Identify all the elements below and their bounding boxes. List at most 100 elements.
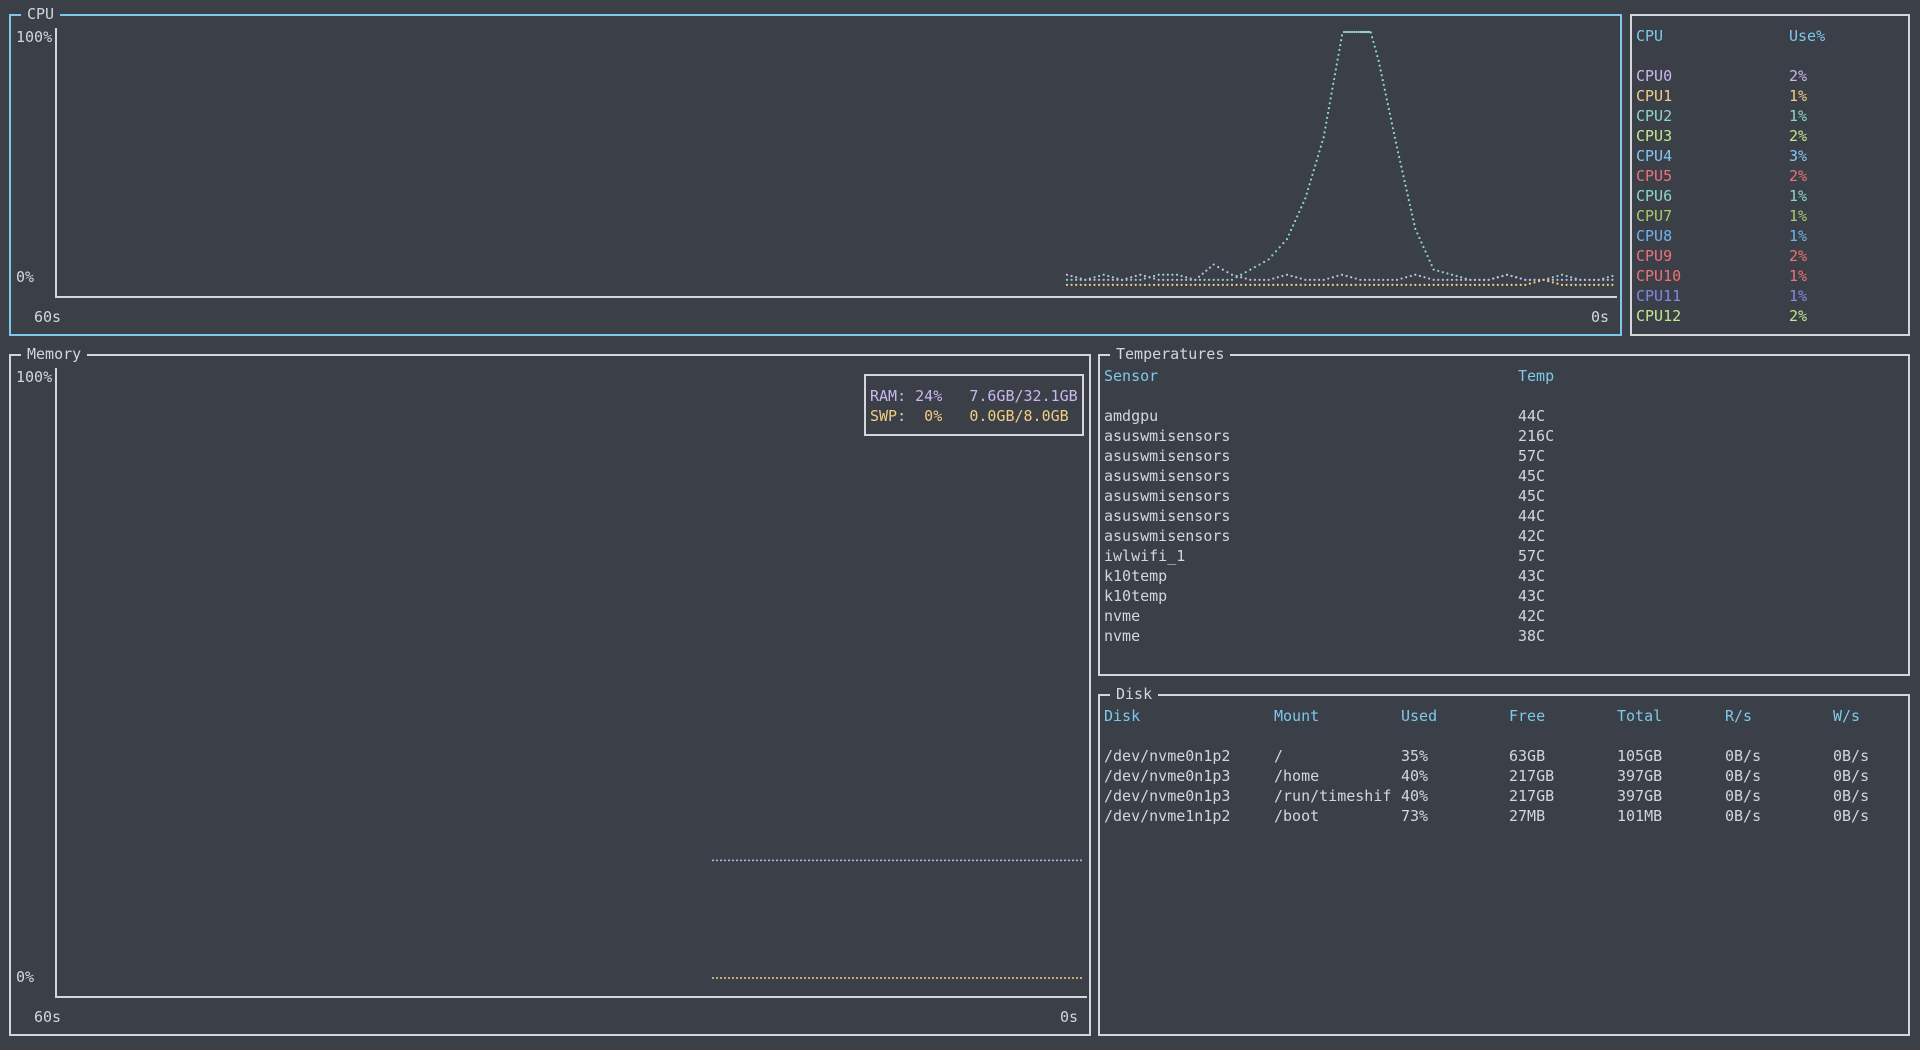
swap-series-point — [1060, 977, 1062, 979]
swap-series-point — [880, 977, 882, 979]
cpu-graph-point — [1414, 273, 1417, 276]
cpu-graph-point — [1338, 48, 1341, 52]
ram-series-point — [844, 859, 846, 862]
cpu-graph-point — [1570, 283, 1573, 287]
cpu-graph-point — [1354, 277, 1357, 280]
cpu-graph-point — [1075, 276, 1078, 279]
cpu-row-name: CPU2 — [1636, 107, 1673, 125]
cpu-graph-point — [1515, 283, 1518, 287]
cpu-graph-point — [1185, 278, 1188, 281]
swap-series-point — [1056, 977, 1058, 979]
disk-cell: /dev/nvme1n1p2 — [1104, 807, 1231, 825]
disk-cell: 0B/s — [1833, 767, 1870, 785]
disk-cell: 40% — [1401, 787, 1429, 805]
disk-cell: 101MB — [1617, 807, 1663, 825]
cpu-graph-point — [1171, 273, 1174, 276]
cpu-graph-point — [1166, 283, 1169, 287]
disk-cell: 63GB — [1509, 747, 1546, 765]
cpu-graph-point — [1249, 283, 1252, 287]
cpu-graph-point — [1537, 279, 1541, 283]
swap-series-point — [728, 977, 730, 979]
cpu-row-use: 2% — [1789, 307, 1808, 325]
cpu-graph-point — [1413, 223, 1416, 226]
swap-series-point — [712, 977, 714, 979]
cpu-graph-point — [1194, 283, 1197, 287]
ram-series-point — [796, 859, 798, 862]
memory-panel: Memory 100% 0% 60s 0s RAM: 24% 7.6GB/32.… — [9, 345, 1091, 1036]
ram-series-point — [968, 859, 970, 862]
cpu-graph-point — [1139, 273, 1142, 276]
cpu-graph-point — [1240, 273, 1243, 276]
ram-series-point — [824, 859, 826, 862]
cpu-graph-point — [1333, 77, 1336, 81]
cpu-graph-point — [1432, 283, 1435, 287]
ram-series-point — [740, 859, 742, 862]
cpu-graph-point — [1395, 146, 1399, 149]
cpu-graph-point — [1278, 246, 1281, 249]
cpu-graph-point — [1404, 184, 1407, 187]
cpu-graph-point — [1336, 283, 1339, 287]
cpu-graph-point — [1316, 154, 1320, 158]
cpu-graph-point — [1400, 277, 1403, 280]
cpu-graph-point — [1249, 268, 1252, 271]
cpu-graph-point — [1409, 274, 1412, 278]
cpu-graph-point — [1344, 30, 1348, 34]
disk-cell: 0B/s — [1725, 787, 1762, 805]
cpu-graph-point — [1469, 278, 1472, 281]
cpu-graph-point — [1325, 121, 1328, 124]
cpu-graph-point — [1340, 34, 1344, 37]
cpu-graph-point — [1299, 283, 1302, 287]
cpu-graph-point — [1329, 97, 1332, 100]
cpu-graph-point — [1327, 277, 1330, 280]
cpu-row-name: CPU12 — [1636, 307, 1682, 325]
ram-series — [712, 859, 1082, 862]
cpu-graph-point — [1175, 278, 1179, 281]
cpu-graph-point — [1304, 197, 1307, 200]
cpu-graph-point — [1551, 276, 1554, 279]
swap-series-point — [1012, 977, 1014, 979]
cpu-graph-point — [1441, 283, 1444, 287]
disk-cell: 217GB — [1509, 767, 1555, 785]
ram-series-point — [932, 859, 934, 862]
cpu-graph-point — [1244, 271, 1247, 274]
cpu-y-min-label: 0% — [16, 268, 35, 286]
temperatures-panel: Temperatures Sensor Temp amdgpu 44C asuswm… — [1098, 345, 1910, 676]
cpu-graph-point — [1528, 278, 1532, 281]
cpu-graph-point — [1505, 273, 1509, 276]
cpu-graph-point — [1180, 274, 1183, 278]
cpu-graph-point — [1394, 141, 1398, 144]
swap-series-point — [792, 977, 794, 979]
cpu-graph-point — [1322, 136, 1325, 139]
cpu-graph-point — [1396, 151, 1400, 154]
cpu-graph-point — [1464, 278, 1467, 281]
cpu-row-name: CPU0 — [1636, 67, 1673, 85]
cpu-graph-point — [1244, 283, 1247, 287]
disk-cell: 0B/s — [1833, 807, 1870, 825]
cpu-graph-point — [1378, 64, 1381, 67]
cpu-graph-point — [1221, 278, 1224, 281]
ram-series-point — [1056, 859, 1058, 862]
ram-series-point — [1072, 859, 1074, 862]
cpu-graph-point — [1125, 283, 1128, 287]
swap-series-point — [788, 977, 790, 979]
cpu-graph-point — [1349, 30, 1352, 34]
ram-series-point — [920, 859, 922, 862]
swap-series-point — [956, 977, 958, 979]
ram-series-point — [1064, 859, 1066, 862]
cpu-graph-point — [1093, 278, 1096, 281]
cpu-graph-point — [1606, 278, 1609, 281]
cpu-graph-point — [1065, 278, 1069, 281]
cpu-graph-point — [1240, 283, 1243, 287]
cpu-graph-point — [1353, 30, 1356, 34]
swap-series-point — [916, 977, 918, 979]
disk-cell: 0B/s — [1725, 747, 1762, 765]
cpu-graph-point — [1347, 30, 1350, 34]
swap-series-point — [1072, 977, 1074, 979]
temp-row-sensor: asuswmisensors — [1104, 487, 1231, 505]
temp-row-value: 38C — [1518, 627, 1546, 645]
cpu-graph-point — [1492, 277, 1495, 280]
cpu-graph-point — [1198, 283, 1202, 287]
cpu-graph-point — [1414, 227, 1417, 230]
cpu-graph-point — [1408, 203, 1412, 207]
cpu-graph-point — [1560, 278, 1564, 281]
